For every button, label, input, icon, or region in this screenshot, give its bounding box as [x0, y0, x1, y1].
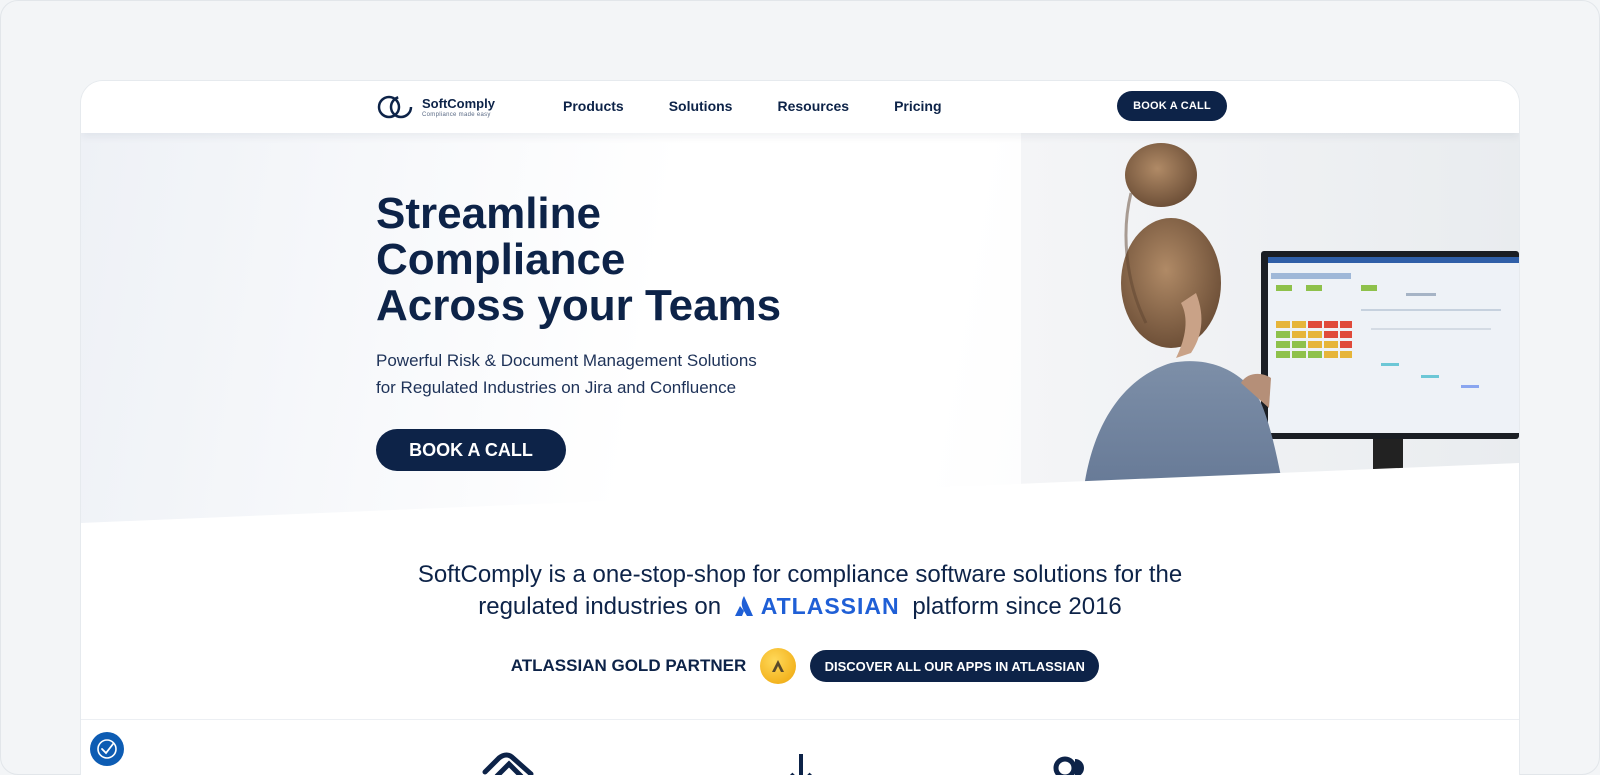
- logo-tagline: Compliance made easy: [422, 111, 491, 118]
- intro-line-2: regulated industries on ATLASSIAN platfo…: [81, 591, 1519, 624]
- gold-partner-badge-icon: [760, 648, 797, 684]
- hero-subtitle: Powerful Risk & Document Management Solu…: [376, 347, 836, 401]
- intro-line-1: SoftComply is a one-stop-shop for compli…: [417, 561, 1183, 588]
- header-book-call-button[interactable]: BOOK A CALL: [1117, 91, 1227, 121]
- page-card: SoftComply Compliance made easy Products…: [81, 81, 1519, 775]
- softcomply-logo-icon: [377, 95, 413, 119]
- hero-title-line: Streamline: [376, 189, 601, 238]
- nav-resources[interactable]: Resources: [777, 98, 849, 114]
- nav-pricing[interactable]: Pricing: [894, 98, 941, 114]
- hero-title-line: Compliance: [376, 235, 626, 284]
- logo-name: SoftComply: [422, 95, 495, 111]
- hero-title-line: Across your Teams: [376, 281, 782, 330]
- handshake-icon: [482, 752, 534, 775]
- main-nav: Products Solutions Resources Pricing: [563, 98, 987, 114]
- accessibility-icon: [97, 739, 117, 759]
- atlassian-logo: ATLASSIAN: [734, 590, 900, 622]
- hero-section: Streamline Compliance Across your Teams …: [81, 133, 1519, 533]
- anchor-icon: [790, 754, 812, 775]
- intro-line-2-start: regulated industries on: [478, 593, 722, 620]
- partner-row: ATLASSIAN GOLD PARTNER DISCOVER ALL OUR …: [81, 647, 1519, 685]
- intro-statement: SoftComply is a one-stop-shop for compli…: [81, 559, 1519, 624]
- discover-apps-button[interactable]: DISCOVER ALL OUR APPS IN ATLASSIAN: [810, 650, 1100, 682]
- accessibility-button[interactable]: [90, 732, 124, 766]
- atlassian-icon: [734, 595, 753, 616]
- nav-products[interactable]: Products: [563, 98, 624, 114]
- hero-subtitle-line: Powerful Risk & Document Management Solu…: [376, 351, 757, 370]
- atlassian-wordmark: ATLASSIAN: [760, 592, 900, 619]
- hero-book-call-button[interactable]: BOOK A CALL: [376, 429, 566, 471]
- toggle-icon: [1053, 756, 1084, 775]
- softcomply-logo[interactable]: SoftComply Compliance made easy: [376, 93, 495, 121]
- site-header: SoftComply Compliance made easy Products…: [81, 81, 1519, 133]
- gold-partner-label: ATLASSIAN GOLD PARTNER: [510, 656, 747, 675]
- section-divider: [81, 719, 1519, 720]
- intro-line-2-end: platform since 2016: [912, 593, 1122, 620]
- nav-solutions[interactable]: Solutions: [669, 98, 733, 114]
- hero-title: Streamline Compliance Across your Teams: [376, 191, 896, 329]
- hero-subtitle-line: for Regulated Industries on Jira and Con…: [376, 378, 737, 397]
